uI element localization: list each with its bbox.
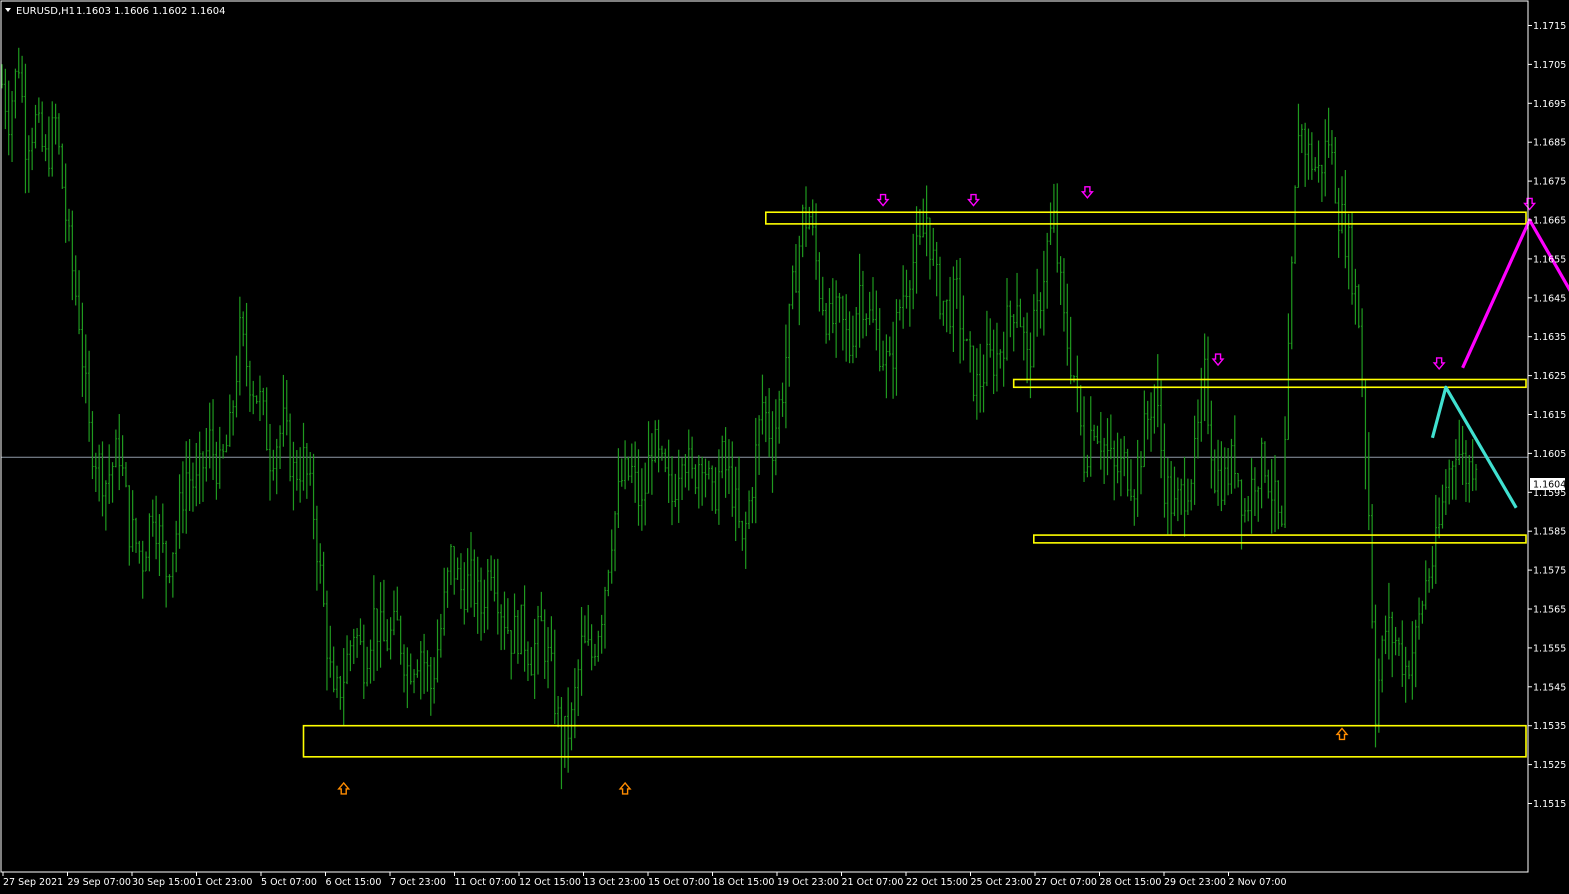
y-tick-label: 1.1575 [1533,566,1566,577]
y-tick-label: 1.1665 [1533,216,1566,227]
x-tick-label: 22 Oct 15:00 [906,877,968,888]
ohlc-readout: 1.1603 1.1606 1.1602 1.1604 [76,6,226,17]
x-tick-label: 25 Oct 23:00 [971,877,1033,888]
price-chart[interactable]: 1.1715 1.1705 1.1695 1.1685 1.1675 1.1665 1.16… [0,0,1569,894]
x-tick-label: 6 Oct 15:00 [326,877,382,888]
price-axis: 1.1715 1.1705 1.1695 1.1685 1.1675 1.1665 1.16… [1528,21,1566,810]
chart-header: EURUSD,H1 1.1603 1.1606 1.1602 1.1604 [5,6,226,17]
x-tick-label: 30 Sep 15:00 [132,877,195,888]
y-tick-label: 1.1695 [1533,99,1566,110]
y-tick-label: 1.1545 [1533,682,1566,693]
x-tick-label: 2 Nov 07:00 [1229,877,1287,888]
y-tick-label: 1.1605 [1533,449,1566,460]
current-price-label: 1.1604 [1533,480,1566,491]
x-tick-label: 19 Oct 23:00 [777,877,839,888]
x-tick-label: 5 Oct 07:00 [261,877,317,888]
current-price-tag: 1.1604 [1530,478,1566,491]
y-tick-label: 1.1635 [1533,332,1566,343]
x-tick-label: 27 Sep 2021 [3,877,63,888]
y-tick-label: 1.1625 [1533,371,1566,382]
x-tick-label: 29 Sep 07:00 [68,877,131,888]
y-tick-label: 1.1555 [1533,643,1566,654]
x-tick-label: 11 Oct 07:00 [455,877,517,888]
x-tick-label: 27 Oct 07:00 [1035,877,1097,888]
y-tick-label: 1.1715 [1533,21,1566,32]
x-tick-label: 18 Oct 15:00 [713,877,775,888]
y-tick-label: 1.1705 [1533,60,1566,71]
x-tick-label: 13 Oct 23:00 [584,877,646,888]
x-tick-label: 21 Oct 07:00 [842,877,904,888]
y-tick-label: 1.1525 [1533,760,1566,771]
x-tick-label: 15 Oct 07:00 [648,877,710,888]
y-tick-label: 1.1515 [1533,799,1566,810]
y-tick-label: 1.1565 [1533,605,1566,616]
symbol-label: EURUSD,H1 [16,6,75,17]
x-tick-label: 7 Oct 23:00 [390,877,446,888]
y-tick-label: 1.1655 [1533,254,1566,265]
y-tick-label: 1.1535 [1533,721,1566,732]
y-tick-label: 1.1645 [1533,293,1566,304]
y-tick-label: 1.1615 [1533,410,1566,421]
y-tick-label: 1.1585 [1533,527,1566,538]
x-tick-label: 1 Oct 23:00 [197,877,253,888]
y-tick-label: 1.1685 [1533,138,1566,149]
y-tick-label: 1.1675 [1533,177,1566,188]
x-tick-label: 29 Oct 23:00 [1164,877,1226,888]
x-tick-label: 12 Oct 15:00 [519,877,581,888]
x-tick-label: 28 Oct 15:00 [1100,877,1162,888]
chart-background [0,0,1569,894]
